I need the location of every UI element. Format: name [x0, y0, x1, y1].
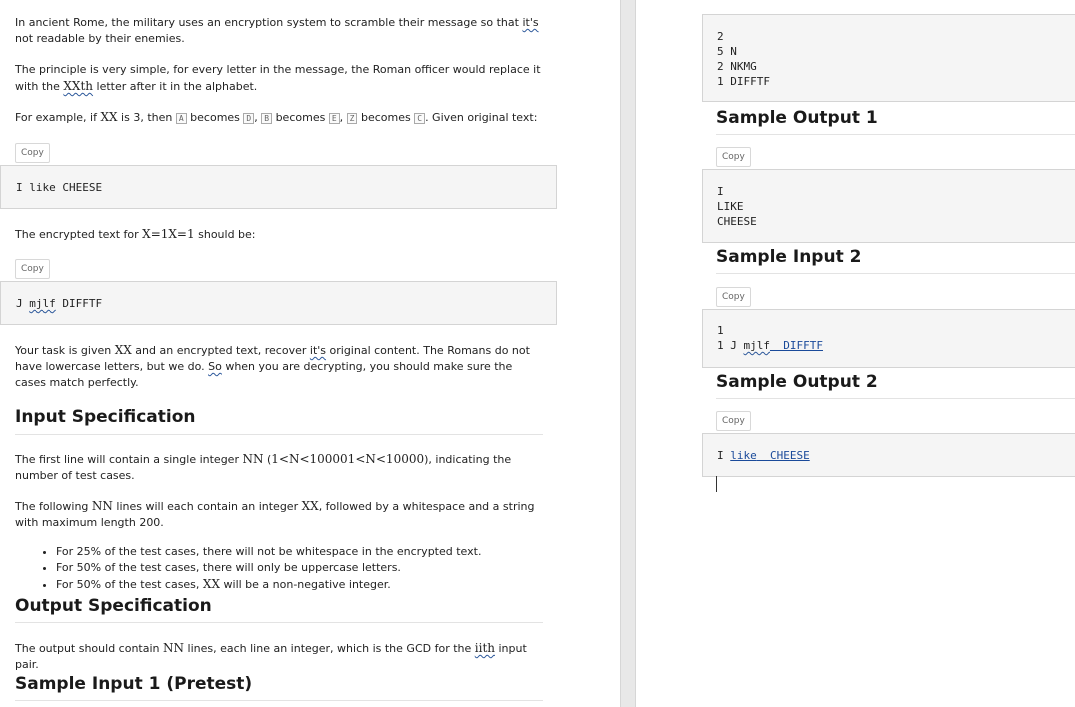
example-paragraph: For example, if XX is 3, then A becomes …: [15, 109, 545, 127]
input-first-line-paragraph: The first line will contain a single int…: [15, 451, 545, 484]
encrypted-text: should be:: [194, 228, 256, 241]
code-block-sample-output-2[interactable]: I like CHEESE: [702, 433, 1075, 477]
math-x-equals: X=1X=1: [142, 227, 195, 241]
sample-input-2-heading: Sample Input 2: [716, 247, 862, 267]
example-text: For example, if: [15, 111, 101, 124]
constraints-list: For 25% of the test cases, there will no…: [15, 544, 556, 593]
list-item-text: will be a non-negative integer.: [220, 578, 391, 591]
math-n: NN: [242, 452, 264, 466]
math-n-range: 1<N<100001<N<10000: [271, 452, 425, 466]
left-pane: In ancient Rome, the military uses an en…: [0, 0, 620, 707]
letter-code-b: B: [261, 113, 273, 124]
math-x: XX: [114, 343, 132, 357]
list-item: For 25% of the test cases, there will no…: [56, 544, 556, 560]
copy-button[interactable]: Copy: [15, 259, 50, 279]
output-spec-heading: Output Specification: [15, 596, 212, 616]
divider: [716, 273, 1075, 274]
copy-button[interactable]: Copy: [716, 287, 751, 307]
code-block-sample-input-1: 2 5 N 2 NKMG 1 DIFFTF: [702, 14, 1075, 102]
example-text: . Given original text:: [425, 111, 538, 124]
list-item-text: For 50% of the test cases,: [56, 578, 203, 591]
code-text: DIFFTF: [55, 297, 103, 310]
misspelled-word[interactable]: So: [208, 360, 222, 373]
code-block-encrypted: J mjlf DIFFTF: [0, 281, 557, 325]
pane-splitter[interactable]: [620, 0, 636, 707]
code-text: like: [730, 449, 757, 462]
misspelled-word[interactable]: mjlf: [744, 339, 771, 352]
right-pane: 2 5 N 2 NKMG 1 DIFFTF Sample Output 1 Co…: [636, 0, 1075, 707]
math-x: XX: [202, 577, 221, 591]
list-item: For 50% of the test cases, there will on…: [56, 560, 556, 576]
intro-text: not readable by their enemies.: [15, 32, 185, 45]
intro-text: In ancient Rome, the military uses an en…: [15, 16, 523, 29]
code-text: CHEESE: [756, 449, 810, 462]
input-text: The following: [15, 500, 92, 513]
code-text: I: [717, 449, 731, 462]
code-block-sample-input-2: 1 1 J mjlf DIFFTF: [702, 309, 1075, 368]
letter-code-a: A: [175, 113, 187, 124]
copy-button[interactable]: Copy: [15, 143, 50, 163]
code-block-sample-output-1: I LIKE CHEESE: [702, 169, 1075, 243]
task-text: and an encrypted text, recover: [131, 344, 310, 357]
copy-button[interactable]: Copy: [716, 147, 751, 167]
output-text: lines, each line an integer, which is th…: [184, 642, 475, 655]
example-text: becomes: [186, 111, 244, 124]
math-ith[interactable]: iith: [475, 641, 495, 655]
code-text: DIFFTF: [770, 339, 823, 352]
sample-output-1-heading: Sample Output 1: [716, 108, 878, 128]
divider: [15, 434, 543, 435]
misspelled-word[interactable]: mjlf: [29, 297, 56, 310]
encrypted-paragraph: The encrypted text for X=1X=1 should be:: [15, 226, 545, 243]
misspelled-word[interactable]: it's: [310, 344, 326, 357]
example-text: becomes: [357, 111, 415, 124]
code-text: J: [16, 297, 30, 310]
task-text: Your task is given: [15, 344, 115, 357]
letter-code-d: D: [243, 113, 255, 124]
math-xth[interactable]: XXth: [63, 79, 93, 93]
list-item: For 50% of the test cases, XX will be a …: [56, 576, 556, 593]
sample-output-2-heading: Sample Output 2: [716, 372, 878, 392]
math-x: XX: [100, 110, 118, 124]
input-spec-heading: Input Specification: [15, 407, 196, 427]
copy-button[interactable]: Copy: [716, 411, 751, 431]
math-n: NN: [163, 641, 185, 655]
principle-paragraph: The principle is very simple, for every …: [15, 62, 545, 95]
input-text: The first line will contain a single int…: [15, 453, 243, 466]
math-n: NN: [91, 499, 113, 513]
letter-code-c: C: [414, 113, 426, 124]
code-text: I like CHEESE: [16, 181, 103, 194]
task-paragraph: Your task is given XX and an encrypted t…: [15, 342, 545, 391]
code-text: 1 J: [717, 339, 744, 352]
text-cursor: [716, 476, 717, 492]
divider: [15, 622, 543, 623]
code-text: 1: [717, 324, 724, 337]
math-x: XX: [301, 499, 319, 513]
example-text: ,: [339, 111, 347, 124]
misspelled-word[interactable]: it's: [522, 16, 538, 29]
output-text: The output should contain: [15, 642, 164, 655]
encrypted-text: The encrypted text for: [15, 228, 143, 241]
letter-code-z: Z: [346, 113, 358, 124]
example-text: becomes: [272, 111, 329, 124]
divider: [716, 398, 1075, 399]
divider: [15, 700, 543, 701]
example-text: is 3, then: [117, 111, 176, 124]
intro-paragraph: In ancient Rome, the military uses an en…: [15, 15, 545, 47]
input-text: lines will each contain an integer: [112, 500, 302, 513]
code-block-original: I like CHEESE: [0, 165, 557, 209]
output-paragraph: The output should contain NN lines, each…: [15, 640, 545, 673]
letter-code-e: E: [328, 113, 340, 124]
divider: [716, 134, 1075, 135]
sample-input-1-heading: Sample Input 1 (Pretest): [15, 674, 253, 694]
input-lines-paragraph: The following NN lines will each contain…: [15, 498, 545, 531]
principle-text: letter after it in the alphabet.: [93, 80, 258, 93]
